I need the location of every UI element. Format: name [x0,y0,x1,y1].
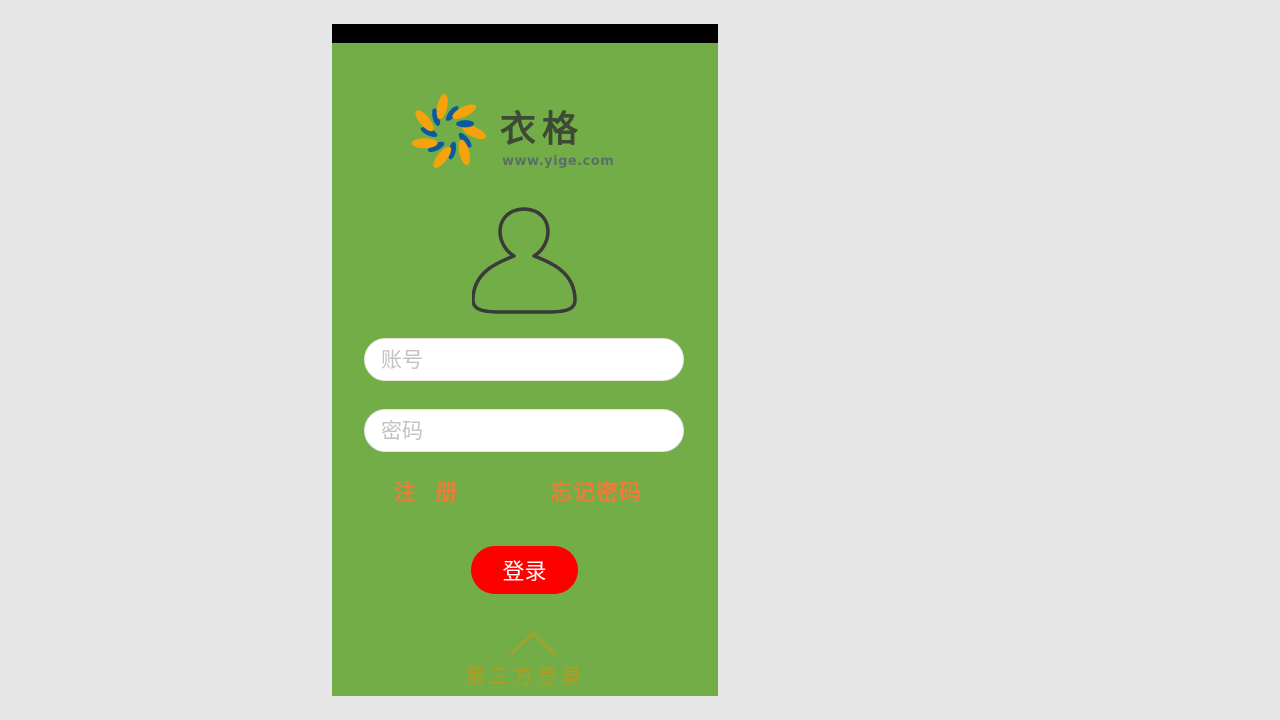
account-input[interactable] [365,339,683,380]
user-avatar-icon [472,207,577,314]
brand-url: www.yige.com [502,154,615,169]
register-link[interactable]: 注 册 [394,475,464,507]
chevron-up-icon[interactable] [508,631,558,657]
status-bar [332,24,718,43]
login-button[interactable]: 登录 [471,546,578,594]
brand-name: 衣格 [500,108,585,150]
phone-screen: 衣格 www.yige.com 注 册 忘记密码 登录 第三方登录 [332,24,718,696]
brand-logo: 衣格 www.yige.com [408,92,614,178]
sunburst-logo-icon [411,93,486,169]
account-field[interactable] [364,338,684,381]
password-field[interactable] [364,409,684,452]
forgot-password-link[interactable]: 忘记密码 [550,475,642,507]
password-input[interactable] [365,410,683,451]
third-party-login-label[interactable]: 第三方登录 [332,660,718,689]
